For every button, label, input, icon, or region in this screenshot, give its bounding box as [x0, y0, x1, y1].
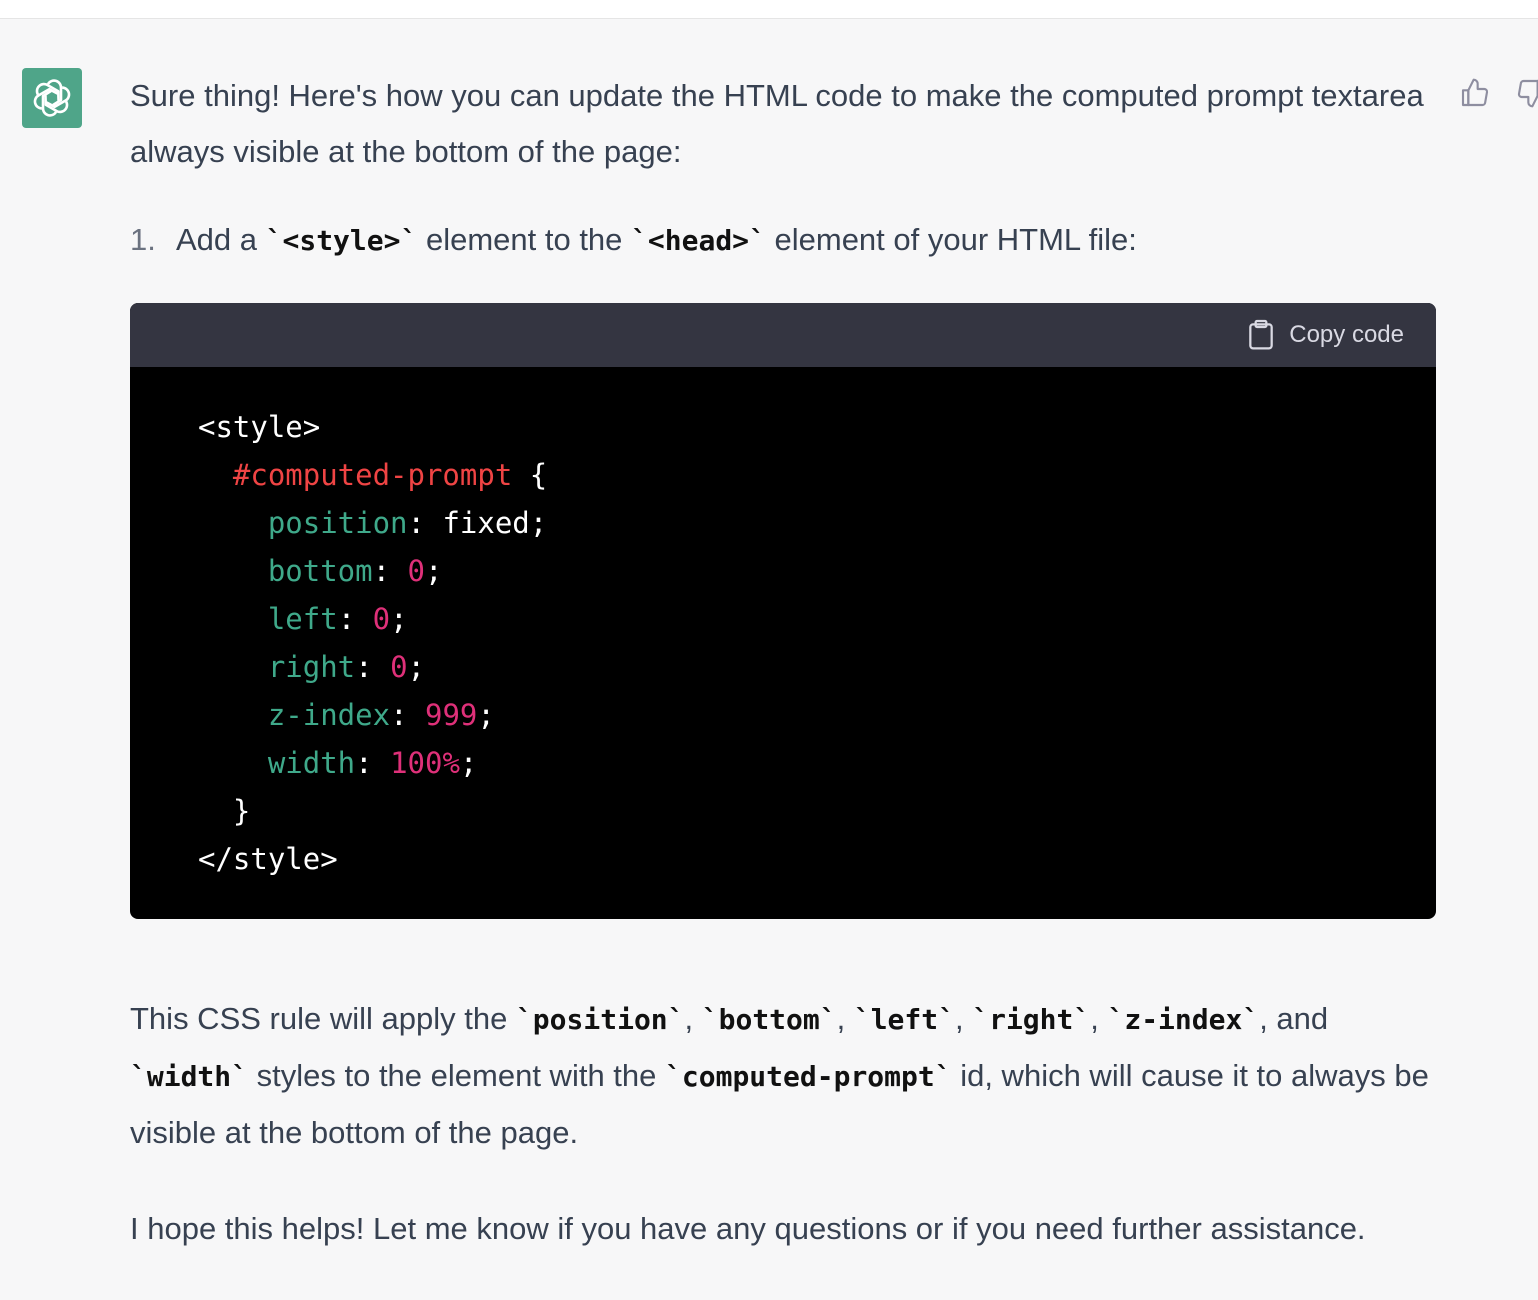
inline-code: `left`: [853, 1003, 955, 1036]
explanation-paragraph: This CSS rule will apply the `position`,…: [130, 1001, 1429, 1150]
assistant-avatar: [22, 68, 82, 128]
inline-code: `width`: [130, 1060, 249, 1093]
list-number: 1.: [130, 222, 156, 257]
inline-code: `<style>`: [265, 224, 418, 257]
thumbs-down-icon: [1517, 79, 1538, 108]
inline-code: `bottom`: [701, 1003, 837, 1036]
list-item: 1. Add a `<style>` element to the `<head…: [130, 212, 1440, 269]
copy-code-label: Copy code: [1289, 321, 1404, 348]
thumbs-up-button[interactable]: [1458, 76, 1492, 110]
assistant-message: Sure thing! Here's how you can update th…: [130, 68, 1440, 1257]
openai-logo-icon: [33, 79, 71, 117]
thumbs-up-icon: [1461, 78, 1489, 107]
code-block-header: Copy code: [130, 303, 1436, 367]
clipboard-icon: [1249, 319, 1274, 350]
inline-code: `z-index`: [1107, 1003, 1260, 1036]
thumbs-down-button[interactable]: [1514, 76, 1538, 110]
copy-code-button[interactable]: Copy code: [1247, 319, 1404, 351]
inline-code: `position`: [515, 1003, 685, 1036]
inline-code: `right`: [972, 1003, 1091, 1036]
list-text: Add a `<style>` element to the `<head>` …: [176, 222, 1137, 257]
top-bar: [0, 0, 1538, 19]
inline-code: `computed-prompt`: [665, 1060, 952, 1093]
message-explanation: This CSS rule will apply the `position`,…: [130, 991, 1440, 1257]
feedback-buttons: [1458, 76, 1538, 110]
closing-paragraph: I hope this helps! Let me know if you ha…: [130, 1211, 1366, 1246]
inline-code: `<head>`: [631, 224, 766, 257]
code-block: Copy code <style> #computed-prompt { pos…: [130, 303, 1436, 919]
message-intro: Sure thing! Here's how you can update th…: [130, 78, 1424, 169]
code-content: <style> #computed-prompt { position: fix…: [198, 410, 548, 876]
